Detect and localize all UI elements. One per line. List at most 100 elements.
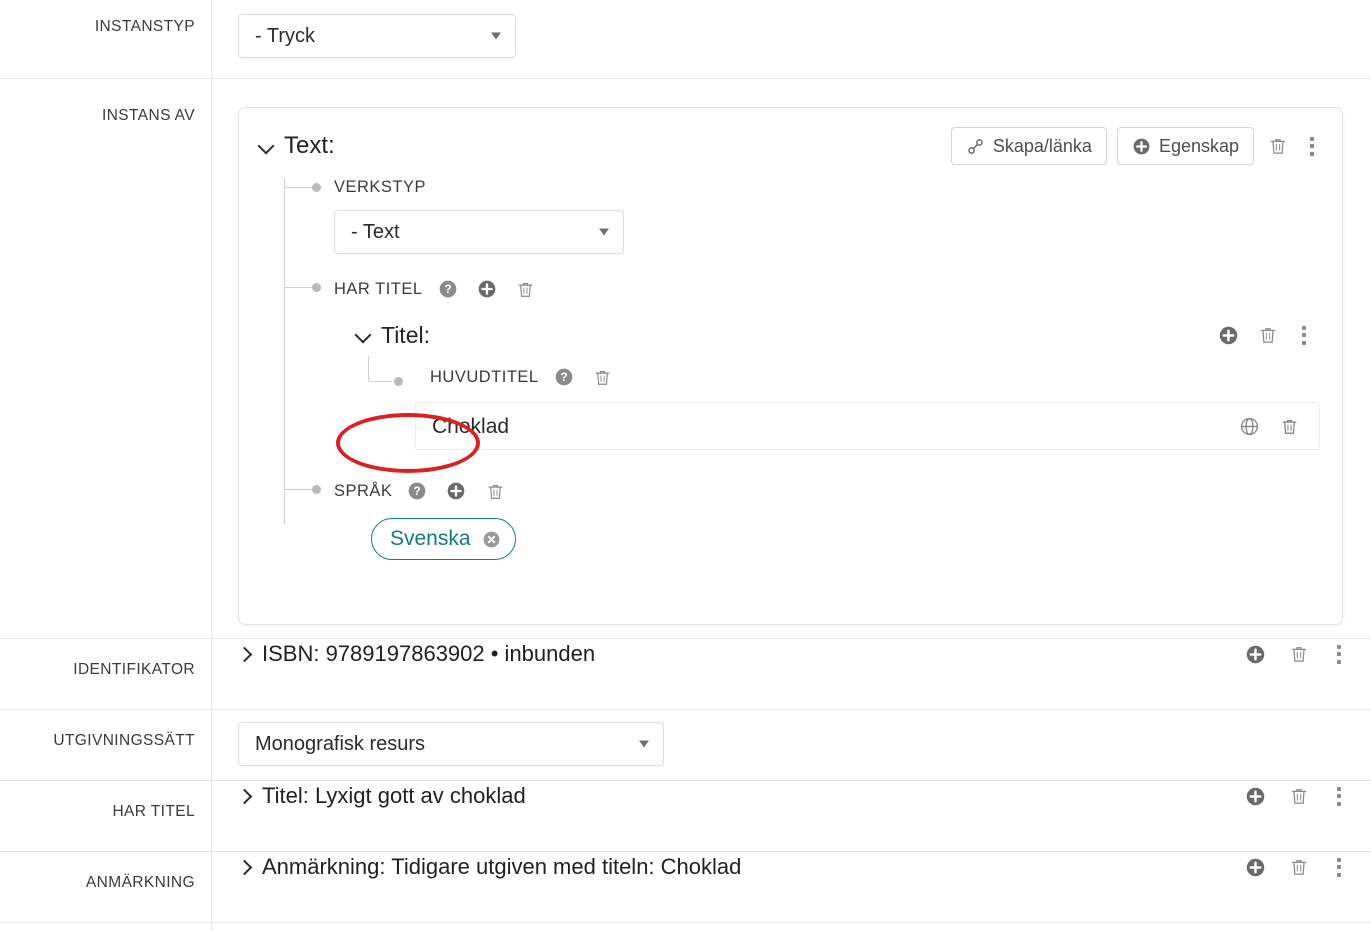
plus-circle-icon[interactable] (1241, 852, 1269, 882)
select-wrapper-utgivningssatt: Monografisk resurs (212, 710, 1371, 780)
field-content-instans-av: Text: Skapa/länka Egenskap VERKSTYP - Te… (212, 79, 1371, 653)
entity-card-title-group[interactable]: Text: (259, 134, 335, 158)
node-field-verkstyp: - Text (334, 210, 1322, 254)
field-label-anmarkning: ANMÄRKNING (85, 874, 195, 891)
sub-entity-header: Titel: (356, 320, 1322, 350)
trash-icon[interactable] (481, 476, 509, 506)
select-utgivningssatt[interactable]: Monografisk resurs (238, 722, 664, 766)
chip-sprak-svenska[interactable]: Svenska (371, 518, 516, 560)
text-input-huvudtitel[interactable]: Choklad (415, 402, 1320, 450)
sub-entity-actions (1214, 320, 1322, 350)
plus-circle-icon[interactable] (442, 476, 470, 506)
field-label-har-titel: HAR TITEL (112, 803, 195, 820)
tree-node-dot (312, 183, 321, 192)
field-row-har-titel: HAR TITEL Titel: Lyxigt gott av choklad (0, 781, 1371, 852)
select-instanstyp-value: - Tryck (255, 24, 315, 47)
trash-icon[interactable] (1254, 320, 1282, 350)
summary-text-group-identifikator[interactable]: ISBN: 9789197863902 • inbunden (238, 641, 595, 667)
remove-circle-icon[interactable] (482, 530, 501, 549)
sub-entity-tree: HUVUDTITEL ? Choklad (356, 356, 1322, 450)
chevron-down-icon[interactable] (259, 138, 275, 154)
svg-text:?: ? (414, 485, 421, 498)
text-input-trailing-actions (1235, 411, 1309, 441)
chevron-right-icon[interactable] (238, 644, 252, 664)
tree-elbow-line (368, 356, 392, 382)
chevron-down-icon[interactable] (356, 327, 372, 343)
add-property-button-label: Egenskap (1158, 135, 1239, 156)
chevron-right-icon[interactable] (238, 786, 252, 806)
select-verkstyp-value: - Text (351, 220, 400, 243)
node-header-huvudtitel: HUVUDTITEL ? (378, 362, 1322, 392)
tree-node-dot (312, 485, 321, 494)
summary-row-har-titel: Titel: Lyxigt gott av choklad (212, 781, 1371, 811)
field-content-identifikator: ISBN: 9789197863902 • inbunden (212, 639, 1371, 669)
summary-text-group-har-titel[interactable]: Titel: Lyxigt gott av choklad (238, 783, 526, 809)
chevron-right-icon[interactable] (238, 857, 252, 877)
entity-card-text: Text: Skapa/länka Egenskap VERKSTYP - Te… (238, 107, 1343, 625)
field-label-col: HAR TITEL (0, 781, 212, 851)
field-content-anmarkning: Anmärkning: Tidigare utgiven med titeln:… (212, 852, 1371, 882)
field-label-utgivningssatt: UTGIVNINGSSÄTT (53, 732, 195, 749)
summary-row-anmarkning: Anmärkning: Tidigare utgiven med titeln:… (212, 852, 1371, 882)
trash-icon[interactable] (1275, 411, 1303, 441)
plus-circle-icon[interactable] (1214, 320, 1242, 350)
chevron-down-icon (491, 32, 501, 40)
summary-text-group-anmarkning[interactable]: Anmärkning: Tidigare utgiven med titeln:… (238, 854, 741, 880)
field-row-instanstyp: INSTANSTYP - Tryck (0, 0, 1371, 79)
entity-tree: VERKSTYP - Text HAR TITEL ? Titel: HUVUD… (259, 174, 1322, 560)
field-label-col: ANMÄRKNING (0, 852, 212, 922)
kebab-menu-icon[interactable] (1329, 854, 1349, 880)
help-circle-icon[interactable]: ? (434, 274, 462, 304)
plus-circle-icon[interactable] (1241, 639, 1269, 669)
select-verkstyp[interactable]: - Text (334, 210, 624, 254)
summary-actions-har-titel (1241, 781, 1349, 811)
record-editor-page: INSTANSTYP - Tryck INSTANS AV Text: Skap… (0, 0, 1371, 931)
field-label-col: IDENTIFIKATOR (0, 639, 212, 709)
plus-circle-icon[interactable] (1241, 781, 1269, 811)
node-header-har-titel: HAR TITEL ? (334, 274, 1322, 304)
field-label-col: UTGIVNINGSSÄTT (0, 710, 212, 780)
field-row-anmarkning: ANMÄRKNING Anmärkning: Tidigare utgiven … (0, 852, 1371, 923)
sub-entity-title-group[interactable]: Titel: (356, 321, 430, 348)
tree-node-dot (394, 377, 403, 386)
plus-circle-icon[interactable] (473, 274, 501, 304)
node-header-verkstyp: VERKSTYP (334, 174, 1322, 200)
field-label-instans-av: INSTANS AV (101, 107, 195, 124)
field-label-instanstyp: INSTANSTYP (94, 18, 195, 35)
kebab-menu-icon[interactable] (1302, 133, 1322, 159)
trash-icon[interactable] (512, 274, 540, 304)
tree-branch-line (285, 287, 313, 288)
trash-icon[interactable] (1285, 852, 1313, 882)
node-label-verkstyp: VERKSTYP (334, 177, 427, 196)
create-link-button-label: Skapa/länka (992, 135, 1092, 156)
node-label-sprak: SPRÅK (334, 481, 393, 500)
field-content-har-titel: Titel: Lyxigt gott av choklad (212, 781, 1371, 811)
select-instanstyp[interactable]: - Tryck (238, 14, 516, 58)
field-label-col (0, 923, 212, 931)
tree-node-dot (312, 283, 321, 292)
kebab-menu-icon[interactable] (1329, 783, 1349, 809)
create-link-button[interactable]: Skapa/länka (950, 127, 1107, 165)
sub-entity-title: Titel: (381, 321, 430, 348)
field-row-instans-av: INSTANS AV Text: Skapa/länka Egenskap VE… (0, 79, 1371, 639)
tree-branch-line (285, 489, 313, 490)
trash-icon[interactable] (1264, 131, 1292, 161)
trash-icon[interactable] (1285, 781, 1313, 811)
tree-node-sprak: SPRÅK ? Svenska (285, 476, 1322, 560)
trash-icon[interactable] (1285, 639, 1313, 669)
help-circle-icon[interactable]: ? (550, 362, 578, 392)
help-circle-icon[interactable]: ? (403, 476, 431, 506)
kebab-menu-icon[interactable] (1329, 641, 1349, 667)
select-utgivningssatt-value: Monografisk resurs (255, 732, 426, 755)
globe-icon[interactable] (1235, 411, 1263, 441)
summary-actions-identifikator (1241, 639, 1349, 669)
tree-node-verkstyp: VERKSTYP - Text (285, 174, 1322, 254)
tree-node-har-titel: HAR TITEL ? Titel: HUVUDTITEL ? Choklad (285, 274, 1322, 450)
kebab-menu-icon[interactable] (1294, 322, 1314, 348)
plus-circle-icon (1132, 137, 1151, 156)
add-property-button[interactable]: Egenskap (1116, 127, 1254, 165)
field-row-identifikator: IDENTIFIKATOR ISBN: 9789197863902 • inbu… (0, 639, 1371, 710)
field-label-col: INSTANS AV (0, 79, 212, 638)
sub-entity-titel: Titel: HUVUDTITEL ? Choklad (356, 320, 1322, 450)
trash-icon[interactable] (589, 362, 617, 392)
